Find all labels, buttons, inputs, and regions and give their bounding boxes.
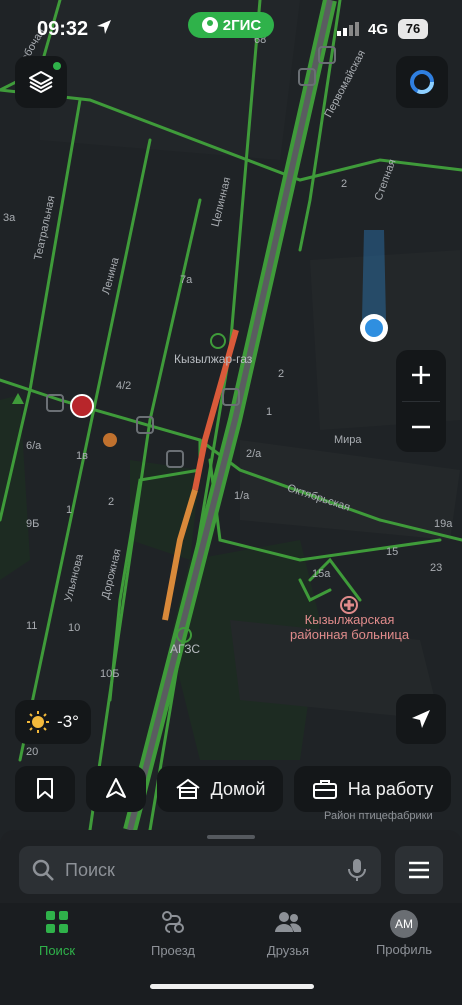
house-number: 15 [386, 546, 399, 558]
search-input[interactable]: Поиск [65, 860, 115, 881]
work-shortcut-label: На работу [347, 778, 434, 799]
zoom-controls [396, 350, 446, 452]
weather-widget[interactable]: -3° [15, 700, 91, 744]
briefcase-icon [312, 780, 337, 799]
house-number: 1 [266, 406, 273, 418]
home-shortcut-button[interactable]: Домой [157, 766, 283, 812]
tab-friends[interactable]: Друзья [243, 910, 333, 958]
house-number: 2 [341, 178, 348, 190]
district-label: Район птицефабрики [324, 810, 433, 822]
tab-route[interactable]: Проезд [128, 910, 218, 958]
house-number: 15а [312, 568, 331, 580]
route-icon [162, 911, 184, 933]
zoom-in-icon [412, 366, 430, 384]
layers-icon [29, 71, 53, 93]
assistant-ring-icon [410, 70, 434, 94]
friends-icon [275, 912, 302, 932]
home-shortcut-label: Домой [210, 778, 266, 799]
hospital-name-line2: районная больница [290, 627, 410, 642]
brand-badge: 2ГИС [188, 12, 274, 38]
restaurant-icon[interactable] [103, 433, 117, 447]
gas-company-icon[interactable] [210, 333, 226, 349]
grid-icon [46, 911, 68, 933]
user-location-marker [360, 230, 388, 342]
tab-search-label: Поиск [38, 943, 76, 958]
hospital-icon[interactable] [340, 596, 358, 614]
navigator-icon [106, 778, 126, 798]
restaurant-marker-icon[interactable] [70, 394, 94, 418]
house-number: 1/а [234, 490, 250, 502]
street-label: Мира [334, 434, 362, 446]
house-number: 1в [76, 450, 88, 462]
brand-logo-icon [201, 17, 218, 33]
brand-name: 2ГИС [222, 16, 262, 34]
search-icon [32, 859, 54, 881]
tab-profile-label: Профиль [375, 942, 433, 957]
gas-station-icon[interactable] [176, 627, 192, 643]
status-time: 09:32 [37, 18, 89, 40]
network-type: 4G [368, 21, 389, 38]
notification-dot [53, 62, 61, 70]
house-number: 19а [434, 518, 453, 530]
house-number: 10Б [100, 668, 120, 680]
hospital-name-line1: Кызылжарская [304, 612, 395, 627]
avatar: AM [390, 910, 418, 938]
poi-label-gas-company[interactable]: Кызылжар-газ [174, 352, 252, 366]
house-number: 20 [26, 746, 39, 758]
bus-stop-icon[interactable] [318, 46, 336, 64]
bookmarks-button[interactable] [15, 766, 75, 812]
signal-icon [337, 22, 359, 36]
microphone-icon[interactable] [347, 858, 367, 882]
house-number: 9Б [26, 518, 40, 530]
sheet-grabber[interactable] [207, 835, 255, 839]
house-number: 2 [108, 496, 115, 508]
house-number: 3a [3, 212, 16, 224]
zoom-out-button[interactable] [396, 402, 446, 452]
location-arrow-icon [97, 20, 111, 34]
tab-route-label: Проезд [150, 943, 195, 958]
assistant-button[interactable] [396, 56, 448, 108]
tab-profile[interactable]: AM Профиль [359, 910, 449, 957]
poi-label-gas-station[interactable]: АГЗС [170, 642, 200, 656]
house-number: 6/a [26, 440, 42, 452]
bus-stop-icon[interactable] [298, 68, 316, 86]
my-location-icon [412, 710, 430, 728]
hamburger-icon [409, 861, 429, 879]
house-number: 4/2 [116, 380, 132, 392]
house-number: 1 [66, 504, 73, 516]
tab-search[interactable]: Поиск [12, 910, 102, 958]
tab-friends-label: Друзья [266, 943, 310, 958]
home-icon [175, 778, 200, 799]
bookmark-icon [37, 778, 53, 799]
home-indicator [150, 984, 314, 989]
navigator-button[interactable] [86, 766, 146, 812]
menu-button[interactable] [395, 846, 443, 894]
battery-icon: 76 [398, 19, 428, 39]
house-number: 11 [26, 620, 38, 632]
sun-icon [27, 711, 50, 733]
house-number: 7a [180, 274, 193, 286]
my-location-button[interactable] [396, 694, 446, 744]
zoom-out-icon [412, 425, 430, 429]
battery-level: 76 [405, 21, 421, 36]
park-icon [12, 393, 24, 404]
bus-stop-icon[interactable] [222, 388, 240, 406]
hospital-label[interactable]: Кызылжарская районная больница [290, 612, 409, 642]
layers-button[interactable] [15, 56, 67, 108]
bus-stop-icon[interactable] [136, 416, 154, 434]
weather-temperature: -3° [57, 712, 79, 731]
work-shortcut-button[interactable]: На работу [294, 766, 451, 812]
house-number: 23 [430, 562, 443, 574]
search-bar[interactable]: Поиск [19, 846, 381, 894]
bus-stop-icon[interactable] [166, 450, 184, 468]
house-number: 2/а [246, 448, 262, 460]
bus-stop-icon[interactable] [46, 394, 64, 412]
house-number: 10 [68, 622, 81, 634]
zoom-in-button[interactable] [396, 350, 446, 400]
house-number: 2 [278, 368, 285, 380]
